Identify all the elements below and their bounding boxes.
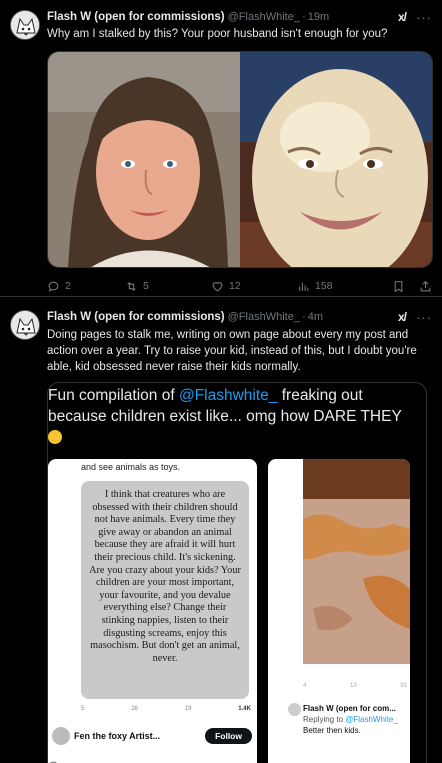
mini-like-count: 91	[400, 683, 407, 689]
mini-avatar	[288, 703, 301, 716]
view-count: 158	[315, 280, 333, 292]
dog-photo	[303, 459, 410, 664]
mention-link[interactable]: @Flashwhite_	[179, 387, 277, 404]
screenshot-message-bubble: I think that creatures who are obsessed …	[81, 481, 249, 699]
screenshot-user-name: Fen the foxy Artist...	[74, 731, 161, 741]
screenshot-actions: 5 26 19 1.4K	[81, 706, 251, 712]
reply-button[interactable]	[47, 760, 125, 763]
mini-view-count: 1.4K	[238, 706, 251, 712]
tweet-actions: 2 5 12 158	[47, 278, 432, 294]
tweet-text: Doing pages to stalk me, writing on own …	[47, 329, 417, 373]
views-button[interactable]: 158	[297, 280, 383, 293]
tweet[interactable]: Flash W (open for commissions) @FlashWhi…	[0, 298, 442, 763]
more-icon[interactable]: ···	[416, 310, 432, 325]
quote-text-start: Fun compilation of	[48, 387, 179, 404]
reply-icon	[48, 281, 59, 292]
quoted-post[interactable]: Fun compilation of @Flashwhite_ freaking…	[47, 382, 427, 763]
follow-button: Follow	[205, 728, 252, 744]
screenshot-reply-text: Better then kids.	[303, 726, 361, 735]
retweet-count: 5	[143, 280, 149, 292]
reply-count: 2	[65, 280, 71, 292]
separator-dot: ·	[301, 11, 306, 23]
more-icon[interactable]: ···	[416, 10, 432, 25]
mini-retweet-count: 13	[349, 683, 357, 689]
tweet[interactable]: Flash W (open for commissions) @FlashWhi…	[0, 0, 442, 297]
separator-dot: ·	[301, 311, 306, 323]
tweet-header: Flash W (open for commissions) @FlashWhi…	[47, 309, 432, 325]
screenshot-reply-name: Flash W (open for com...	[303, 704, 396, 713]
avatar[interactable]	[10, 10, 40, 40]
tweet-header: Flash W (open for commissions) @FlashWhi…	[47, 9, 432, 25]
share-icon[interactable]	[419, 280, 432, 293]
retweet-icon	[127, 281, 136, 291]
screenshot-top-line: and see animals as toys.	[81, 462, 181, 472]
replying-to-label: Replying to	[303, 715, 346, 724]
user-handle[interactable]: @FlashWhite_	[228, 11, 300, 23]
screenshot-actions: 4 13 91	[303, 683, 407, 689]
heart-icon	[212, 281, 223, 291]
timestamp[interactable]: 19m	[308, 11, 329, 23]
bookmark-icon[interactable]	[392, 280, 405, 293]
retweet-button[interactable]: 5	[125, 280, 211, 293]
screenshot-replying-to: Replying to @FlashWhite_	[303, 714, 410, 725]
grok-icon[interactable]: x/	[398, 310, 407, 324]
user-handle[interactable]: @FlashWhite_	[228, 311, 300, 323]
display-name[interactable]: Flash W (open for commissions)	[47, 11, 225, 23]
quote-media-screenshot-2[interactable]: 4 13 91 Flash W (open for com... Replyin…	[268, 459, 410, 763]
media-photo-woman[interactable]	[48, 52, 240, 267]
avatar[interactable]	[10, 310, 40, 340]
replying-to-handle: @FlashWhite_	[345, 715, 398, 724]
mini-like-count: 19	[184, 706, 192, 712]
timestamp[interactable]: 4m	[308, 311, 323, 323]
mini-retweet-count: 26	[131, 706, 138, 712]
tweet-actions	[47, 758, 432, 763]
screenshot-reply: Flash W (open for com... Replying to @Fl…	[303, 703, 410, 736]
quote-media-screenshot-1[interactable]: and see animals as toys. I think that cr…	[48, 459, 257, 763]
tweet-text: Why am I stalked by this? Your poor husb…	[47, 28, 388, 40]
grok-icon[interactable]: x/	[398, 10, 407, 24]
mini-reply-count: 5	[81, 706, 85, 712]
reply-icon	[49, 761, 58, 763]
mini-avatar	[52, 727, 70, 745]
like-button[interactable]: 12	[211, 280, 297, 293]
views-icon	[299, 282, 309, 291]
reply-button[interactable]: 2	[47, 280, 125, 293]
rolling-on-floor-laughing-emoji-icon	[48, 430, 62, 444]
fox-avatar-icon	[11, 11, 39, 39]
fox-avatar-icon	[11, 311, 39, 339]
media-photo-egg[interactable]	[240, 52, 432, 267]
screenshot-user-row: Fen the foxy Artist... Follow	[52, 727, 252, 745]
tweet-media[interactable]	[47, 51, 433, 268]
mini-reply-count: 4	[303, 683, 307, 689]
like-count: 12	[229, 280, 241, 292]
quote-text: Fun compilation of @Flashwhite_ freaking…	[48, 385, 418, 448]
display-name[interactable]: Flash W (open for commissions)	[47, 311, 225, 323]
